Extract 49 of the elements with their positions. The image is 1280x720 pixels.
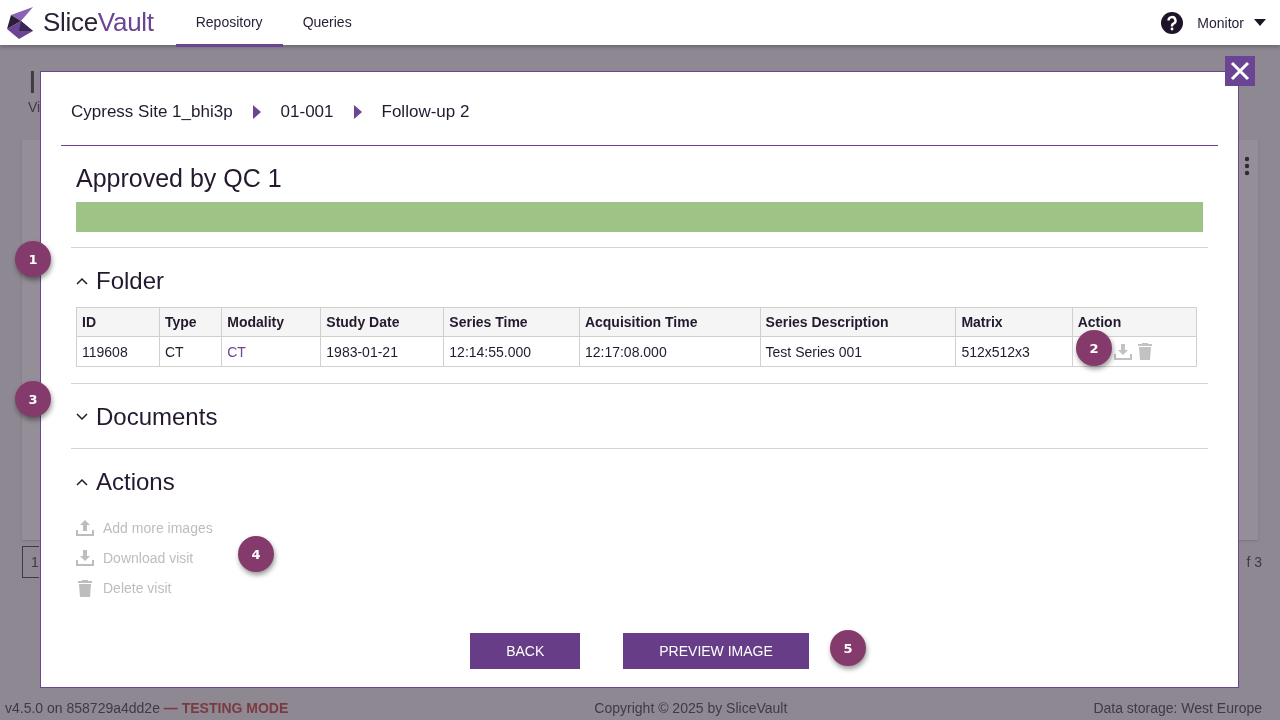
breadcrumb-arrow-icon: [252, 105, 261, 119]
table-cell: 12:14:55.000: [443, 336, 580, 367]
kebab-menu-icon[interactable]: [1244, 156, 1250, 176]
version-text: v4.5.0 on 858729a4dd2e: [5, 700, 160, 716]
column-header: Matrix: [955, 307, 1073, 337]
column-header: Type: [159, 307, 222, 337]
table-cell: 119608: [76, 336, 160, 367]
chevron-up-icon: [76, 277, 88, 285]
page-title: I: [28, 65, 37, 99]
table-cell: CT: [159, 336, 222, 367]
dialog-button[interactable]: BACK: [470, 633, 581, 669]
dialog-button[interactable]: PREVIEW IMAGE: [623, 633, 809, 669]
caret-icon: [1254, 19, 1266, 26]
section-header[interactable]: Actions: [76, 467, 1208, 497]
chevron-down-icon: [76, 413, 88, 421]
column-header: Modality: [221, 307, 321, 337]
section-header[interactable]: Folder: [76, 266, 1208, 296]
breadcrumb-link[interactable]: Follow-up 2: [381, 100, 470, 124]
table-cell: 512x512x3: [955, 336, 1073, 367]
page-count: f 3: [1246, 554, 1262, 570]
column-header: Study Date: [320, 307, 444, 337]
section-header[interactable]: Documents: [76, 402, 1208, 432]
column-header: Series Time: [443, 307, 580, 337]
app-logo-text: SliceVault: [43, 7, 154, 38]
download-icon: [76, 550, 94, 566]
data-storage-text: Data storage: West Europe: [1093, 700, 1262, 716]
column-header: Action: [1072, 307, 1197, 337]
breadcrumb-link[interactable]: Cypress Site 1_bhi3p: [71, 100, 233, 124]
copyright-text: Copyright © 2025 by SliceVault: [594, 700, 788, 716]
table-cell: 1983-01-21: [320, 336, 444, 367]
help-icon[interactable]: [1161, 11, 1184, 34]
nav-tab[interactable]: Queries: [282, 0, 372, 47]
status-title: Approved by QC 1: [76, 163, 283, 193]
breadcrumb-arrow-icon: [353, 105, 362, 119]
trash-icon: [78, 579, 92, 597]
close-button[interactable]: [1225, 56, 1255, 86]
close-icon: [1230, 61, 1250, 81]
table-cell: 12:17:08.000: [579, 336, 761, 367]
column-header: Acquisition Time: [579, 307, 761, 337]
column-header: ID: [76, 307, 160, 337]
chevron-up-icon: [76, 478, 88, 486]
testing-mode-label: — TESTING MODE: [163, 700, 289, 716]
user-menu[interactable]: Monitor: [1197, 14, 1266, 31]
page-subtitle: Vi: [28, 99, 41, 115]
table-cell: Test Series 001: [760, 336, 956, 367]
column-header: Series Description: [760, 307, 956, 337]
upload-icon: [76, 520, 94, 536]
table-cell-link[interactable]: CT: [221, 336, 321, 367]
breadcrumb-link[interactable]: 01-001: [280, 100, 334, 124]
